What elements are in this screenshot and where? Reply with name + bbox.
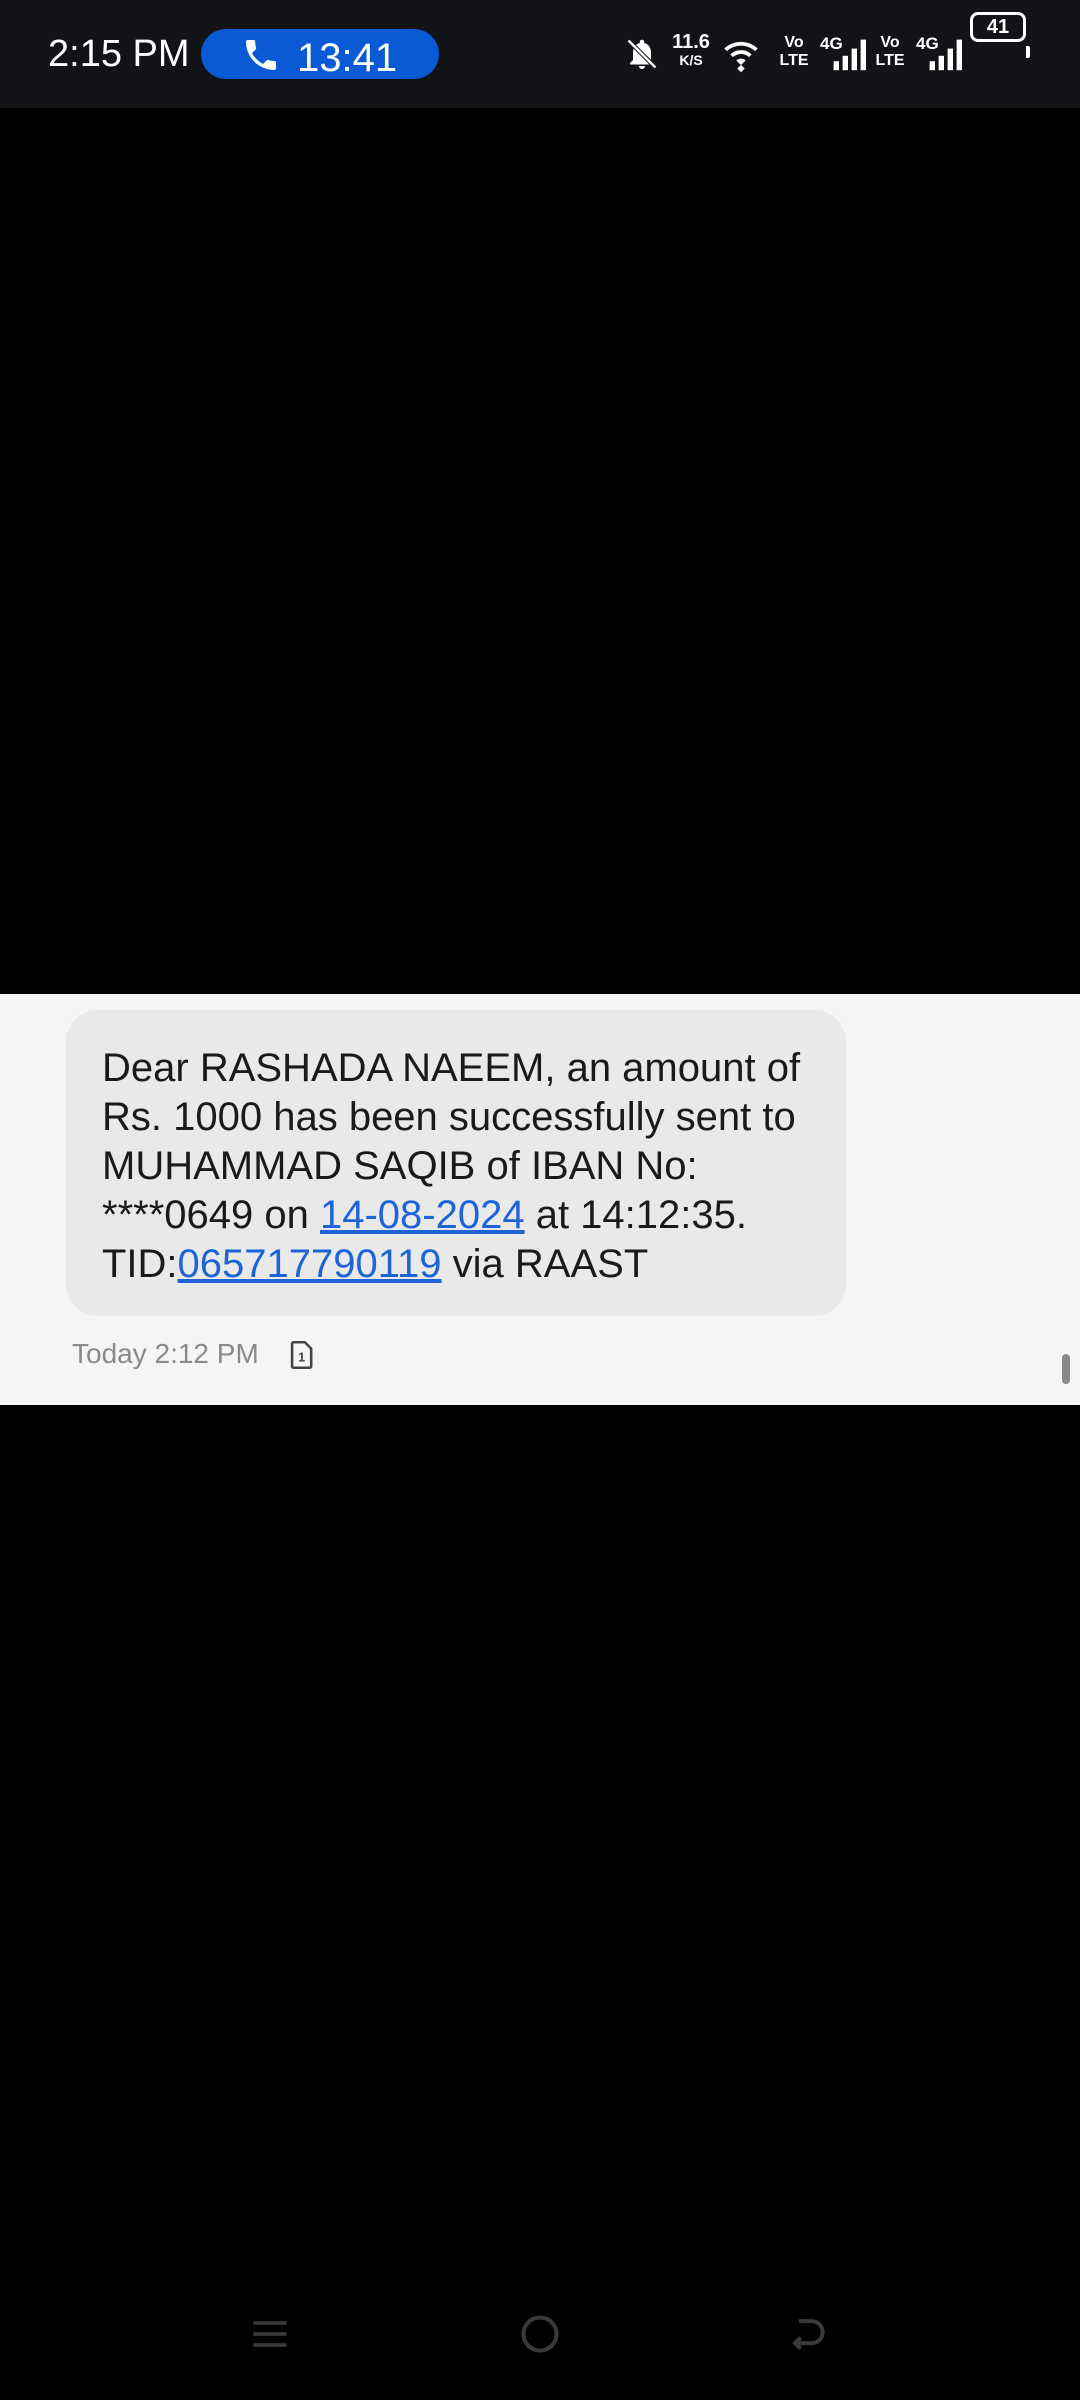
wifi-icon — [724, 41, 758, 73]
volte2-top: Vo — [880, 34, 900, 51]
volte-indicator-1: Vo LTE — [776, 34, 812, 70]
volte2-bottom: LTE — [875, 52, 905, 69]
sim-1-icon: 1 — [290, 1341, 313, 1369]
signal-icon-sim2: 4G — [916, 32, 962, 72]
volte1-bottom: LTE — [779, 52, 809, 69]
mute-bell-icon — [626, 38, 658, 70]
volte-indicator-2: Vo LTE — [872, 34, 908, 70]
svg-text:1: 1 — [298, 1349, 305, 1364]
network-speed: 11.6 K/S — [668, 32, 714, 68]
navigation-bar — [0, 2290, 1080, 2400]
message-bubble[interactable]: Dear RASHADA NAEEM, an amount of Rs. 100… — [66, 1010, 846, 1316]
network-speed-unit: K/S — [679, 52, 703, 68]
battery-icon: 41 — [970, 12, 1026, 42]
ongoing-call-chip[interactable]: 13:41 — [201, 29, 439, 80]
signal-icon-sim1: 4G — [820, 32, 866, 72]
network-speed-value: 11.6 — [672, 31, 710, 53]
status-time: 2:15 PM — [48, 33, 190, 75]
menu-icon[interactable] — [248, 2312, 292, 2356]
scrollbar-thumb[interactable] — [1062, 1354, 1070, 1384]
message-panel: Dear RASHADA NAEEM, an amount of Rs. 100… — [0, 994, 1080, 1405]
tid-link[interactable]: 065717790119 — [178, 1242, 442, 1286]
status-bar: 2:15 PM 13:41 11.6 K/S Vo LTE 4G Vo LTE — [0, 0, 1080, 108]
message-timestamp: Today 2:12 PM — [72, 1338, 259, 1369]
call-timer: 13:41 — [297, 36, 398, 80]
message-text: Dear RASHADA NAEEM, an amount of Rs. 100… — [102, 1044, 810, 1289]
phone-icon — [246, 40, 276, 70]
home-icon[interactable] — [518, 2312, 562, 2356]
date-link[interactable]: 14-08-2024 — [320, 1193, 525, 1237]
volte1-top: Vo — [784, 34, 804, 51]
battery-level: 41 — [986, 16, 1010, 38]
message-text-part3: via RAAST — [441, 1242, 649, 1286]
back-icon[interactable] — [786, 2312, 830, 2356]
battery-tip — [1026, 46, 1030, 58]
